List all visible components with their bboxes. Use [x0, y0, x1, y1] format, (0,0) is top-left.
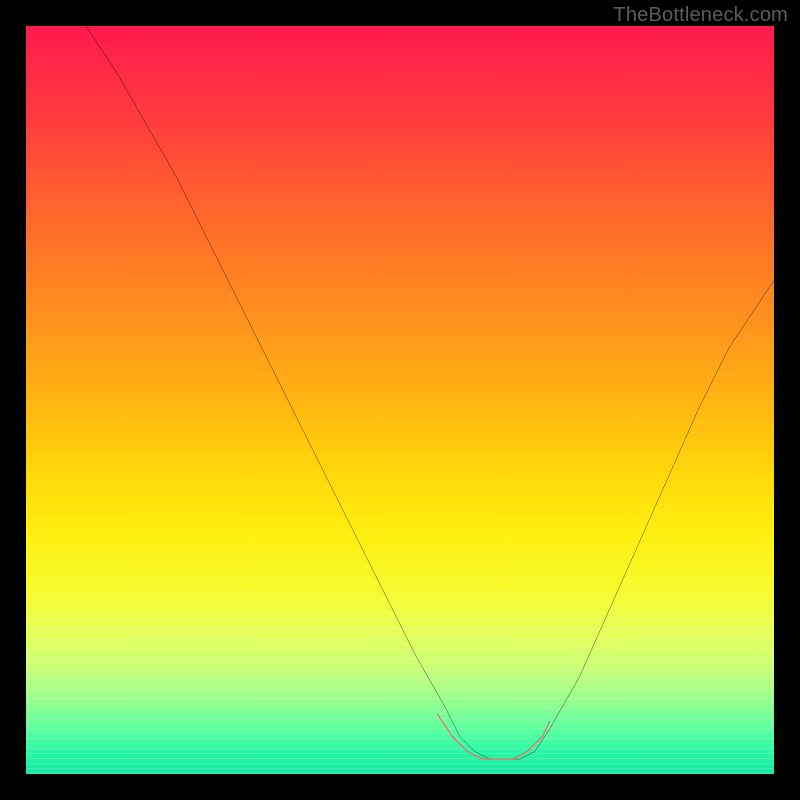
chart-frame: TheBottleneck.com: [0, 0, 800, 800]
bottleneck-curve: [86, 26, 774, 759]
plot-area: [26, 26, 774, 774]
watermark-text: TheBottleneck.com: [613, 4, 788, 27]
curve-layer: [26, 26, 774, 774]
